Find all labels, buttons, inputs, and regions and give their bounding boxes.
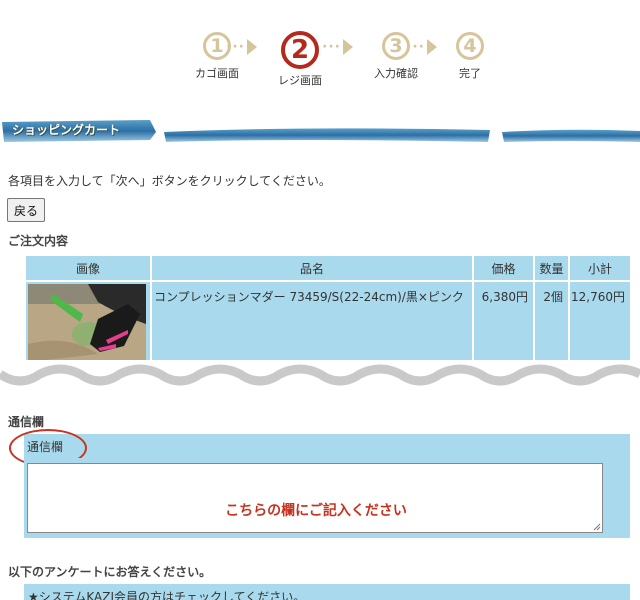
step-number: 4	[456, 32, 484, 60]
comment-hint: こちらの欄にご記入ください	[225, 503, 407, 519]
order-heading: ご注文内容	[8, 234, 69, 248]
step-label: カゴ画面	[195, 67, 239, 80]
col-header-subtotal: 小計	[570, 256, 630, 280]
product-qty: 2個	[535, 282, 568, 366]
step-number: 2	[281, 31, 319, 69]
survey-heading: 以下のアンケートにお答えください。	[8, 565, 212, 579]
step-label: 入力確認	[374, 67, 418, 80]
survey-item-text: ★システムKAZI会員の方はチェックしてください。	[28, 590, 306, 600]
step-2: 2 レジ画面	[278, 31, 322, 88]
comment-textarea[interactable]: こちらの欄にご記入ください	[27, 463, 603, 533]
product-price: 6,380円	[474, 282, 533, 366]
product-photo	[28, 284, 146, 362]
step-4: 4 完了	[456, 32, 484, 81]
table-row: コンプレッションマダー 73459/S(22-24cm)/黒×ピンク 6,380…	[26, 282, 630, 366]
order-table: 画像 品名 価格 数量 小計 コンプレッションマダー 73459/S(22-24…	[24, 254, 632, 368]
product-name-cell: コンプレッションマダー 73459/S(22-24cm)/黒×ピンク	[152, 282, 472, 366]
comment-box: こちらの欄にご記入ください	[24, 458, 630, 538]
checkout-steps: 1 カゴ画面 ··· 2 レジ画面 ··· 3 入力確認 ··· 4 完了	[0, 31, 640, 102]
col-header-name: 品名	[152, 256, 472, 280]
comment-heading: 通信欄	[8, 415, 45, 429]
wave-divider	[0, 360, 640, 386]
product-name: コンプレッションマダー 73459/S(22-24cm)/黒×ピンク	[154, 290, 464, 304]
col-header-image: 画像	[26, 256, 150, 280]
product-subtotal: 12,760円	[570, 282, 630, 366]
back-button[interactable]: 戻る	[7, 198, 46, 222]
comment-label-bar: 通信欄	[24, 434, 630, 458]
col-header-qty: 数量	[535, 256, 568, 280]
step-arrow-icon: ···	[226, 39, 257, 55]
survey-item-row: ★システムKAZI会員の方はチェックしてください。	[24, 584, 630, 600]
col-header-price: 価格	[474, 256, 533, 280]
table-header-row: 画像 品名 価格 数量 小計	[26, 256, 630, 280]
page-title-bar: ショッピングカート	[0, 118, 640, 146]
step-arrow-icon: ···	[322, 39, 353, 55]
product-photo-graphic	[28, 284, 146, 362]
instruction-text: 各項目を入力して「次へ」ボタンをクリックしてください。	[8, 174, 331, 188]
page-title: ショッピングカート	[12, 123, 121, 137]
resize-handle-icon[interactable]	[593, 523, 601, 531]
step-label: 完了	[459, 67, 481, 80]
step-arrow-icon: ···	[406, 39, 437, 55]
product-image-cell	[26, 282, 150, 366]
step-label: レジ画面	[278, 74, 322, 87]
